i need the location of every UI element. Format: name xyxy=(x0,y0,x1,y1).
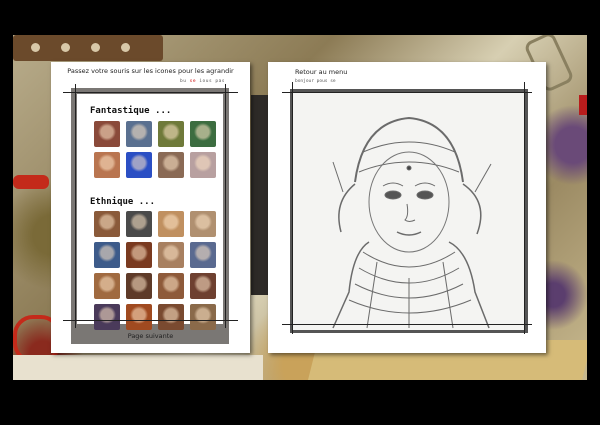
thumbnail-image[interactable] xyxy=(94,152,120,178)
thumbnail-image[interactable] xyxy=(94,273,120,299)
thumbnail-image[interactable] xyxy=(94,121,120,147)
thumbnail-image[interactable] xyxy=(158,273,184,299)
thumbnail-image[interactable] xyxy=(126,211,152,237)
frame-crossline-left xyxy=(75,84,76,328)
thumbnail-image[interactable] xyxy=(190,273,216,299)
gallery-frame: Fantastique ... Ethnique ... xyxy=(71,88,229,344)
thumbnail-image[interactable] xyxy=(190,121,216,147)
viewer-crossline-right xyxy=(524,82,525,334)
thumbnail-image[interactable] xyxy=(190,152,216,178)
frame-crossline-right xyxy=(225,84,226,328)
credit-line: bu se ious pas xyxy=(180,79,225,84)
hover-hint: Passez votre souris sur les icones pour … xyxy=(67,67,234,75)
stage: Passez votre souris sur les icones pour … xyxy=(0,0,600,425)
thumbnail-image[interactable] xyxy=(126,121,152,147)
viewer-crossline-bottom xyxy=(282,324,532,325)
frame-crossline-top xyxy=(63,92,238,93)
thumbnail-image[interactable] xyxy=(126,152,152,178)
thumbnail-image[interactable] xyxy=(94,211,120,237)
ethnique-thumbnail-grid xyxy=(94,211,216,330)
frame-crossline-bottom xyxy=(63,320,238,321)
red-tab-decoration xyxy=(579,95,587,115)
film-strip-decoration xyxy=(251,95,269,295)
thumbnail-image[interactable] xyxy=(190,304,216,330)
category-title-fantastique: Fantastique ... xyxy=(90,106,172,116)
thumbnail-image[interactable] xyxy=(158,304,184,330)
thumbnail-image[interactable] xyxy=(158,121,184,147)
thumbnail-image[interactable] xyxy=(126,242,152,268)
gallery-panel: Passez votre souris sur les icones pour … xyxy=(51,62,250,353)
viewer-crossline-top xyxy=(282,92,532,93)
thumbnail-image[interactable] xyxy=(190,242,216,268)
gallery-inner: Fantastique ... Ethnique ... xyxy=(77,94,223,330)
thumbnail-image[interactable] xyxy=(126,304,152,330)
pencil-portrait-image xyxy=(293,92,525,330)
paper-strip-decoration xyxy=(13,355,263,380)
red-cable-decoration xyxy=(13,175,49,189)
thumbnail-image[interactable] xyxy=(126,273,152,299)
thumbnail-image[interactable] xyxy=(94,304,120,330)
back-to-menu-link[interactable]: Retour au menu xyxy=(295,68,347,76)
thumbnail-image[interactable] xyxy=(94,242,120,268)
thumbnail-image[interactable] xyxy=(158,211,184,237)
viewer-panel: Retour au menu bonjour pous se xyxy=(268,62,546,353)
film-reel-decoration xyxy=(13,35,163,61)
thumbnail-image[interactable] xyxy=(158,242,184,268)
portrait-frame xyxy=(290,89,528,333)
thumbnail-image[interactable] xyxy=(190,211,216,237)
viewer-credit-line: bonjour pous se xyxy=(295,79,336,84)
fantastique-thumbnail-grid xyxy=(94,121,216,178)
next-page-link[interactable]: Page suivante xyxy=(51,332,250,340)
viewer-crossline-left xyxy=(292,82,293,334)
category-title-ethnique: Ethnique ... xyxy=(90,197,156,207)
thumbnail-image[interactable] xyxy=(158,152,184,178)
